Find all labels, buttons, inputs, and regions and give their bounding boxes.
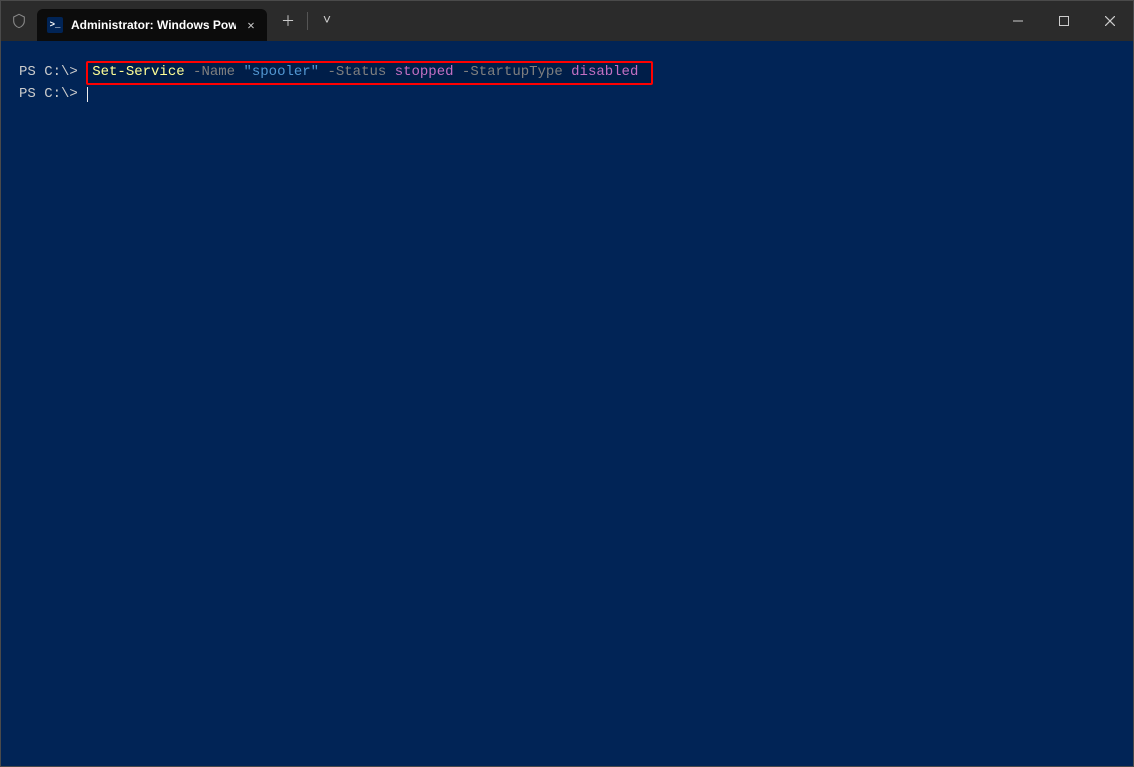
param-name-token: -Name	[185, 64, 235, 80]
string-token: "spooler"	[235, 64, 319, 80]
param-status-token: -Status	[319, 64, 386, 80]
terminal-body[interactable]: PS C:\> Set-Service -Name "spooler" -Sta…	[1, 41, 1133, 766]
titlebar-left: >_ Administrator: Windows Powe ✕ ＋ ˅	[1, 1, 344, 41]
param-startup-token: -StartupType	[454, 64, 563, 80]
tab-close-button[interactable]: ✕	[243, 17, 259, 33]
new-tab-button[interactable]: ＋	[271, 4, 305, 38]
arg-startup-token: disabled	[563, 64, 639, 80]
terminal-line-1: PS C:\> Set-Service -Name "spooler" -Sta…	[19, 61, 1115, 85]
window-controls	[995, 1, 1133, 41]
tab-actions: ＋ ˅	[271, 4, 344, 38]
window-close-button[interactable]	[1087, 1, 1133, 41]
maximize-button[interactable]	[1041, 1, 1087, 41]
terminal-line-2: PS C:\>	[19, 85, 1115, 105]
shield-icon	[11, 12, 27, 30]
cmdlet-token: Set-Service	[92, 64, 184, 80]
tab-title: Administrator: Windows Powe	[71, 18, 236, 32]
prompt: PS C:\>	[19, 64, 86, 80]
powershell-icon: >_	[47, 17, 63, 33]
text-cursor	[87, 87, 88, 102]
active-tab[interactable]: >_ Administrator: Windows Powe ✕	[37, 9, 267, 41]
tab-content: >_ Administrator: Windows Powe	[47, 17, 236, 33]
divider	[307, 12, 308, 30]
command-highlight: Set-Service -Name "spooler" -Status stop…	[86, 61, 653, 85]
minimize-button[interactable]	[995, 1, 1041, 41]
title-bar: >_ Administrator: Windows Powe ✕ ＋ ˅	[1, 1, 1133, 41]
prompt: PS C:\>	[19, 86, 86, 102]
tab-dropdown-button[interactable]: ˅	[310, 4, 344, 38]
arg-status-token: stopped	[386, 64, 453, 80]
